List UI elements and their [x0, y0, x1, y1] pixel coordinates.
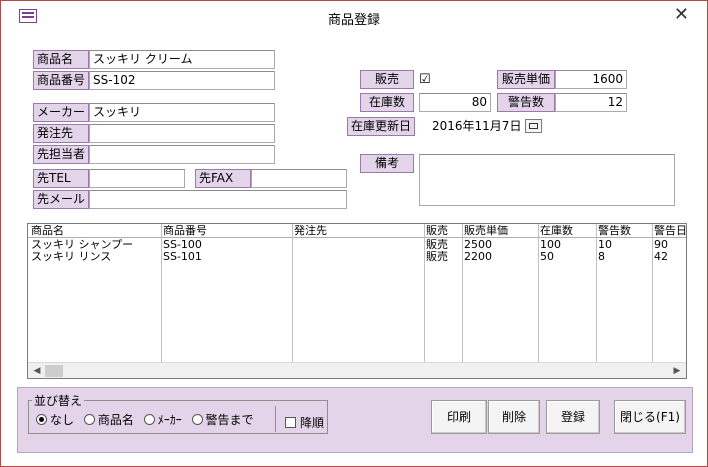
- radio-icon: [143, 414, 155, 425]
- close-button[interactable]: 閉じる(F1): [614, 400, 686, 434]
- header-supplier[interactable]: 発注先: [294, 225, 420, 237]
- app-window: 商品登録 ✕ 商品名 スッキリ クリーム 商品番号 SS-102 メーカー スッ…: [0, 0, 708, 467]
- sort-divider: [275, 406, 276, 432]
- window-title: 商品登録: [327, 13, 380, 28]
- title-bar: 商品登録 ✕: [1, 1, 707, 31]
- product-name-field[interactable]: スッキリ クリーム: [89, 50, 275, 69]
- header-stock[interactable]: 在庫数: [540, 225, 594, 237]
- warning-label: 警告数: [497, 93, 555, 112]
- print-button[interactable]: 印刷: [431, 400, 487, 434]
- memo-label: 備考: [360, 154, 414, 173]
- radio-icon: [83, 414, 95, 425]
- descending-checkbox[interactable]: 降順: [285, 414, 324, 431]
- unit-price-label: 販売単価: [497, 70, 555, 89]
- sort-option-none[interactable]: なし: [36, 411, 74, 428]
- sales-checkbox[interactable]: ☑: [419, 73, 432, 86]
- header-sales[interactable]: 販売: [426, 225, 460, 237]
- delete-button[interactable]: 削除: [488, 400, 540, 434]
- header-product-code[interactable]: 商品番号: [163, 225, 289, 237]
- product-code-field[interactable]: SS-102: [89, 71, 275, 90]
- supplier-contact-field[interactable]: [89, 145, 275, 164]
- supplier-field[interactable]: [89, 124, 275, 143]
- memo-field[interactable]: [419, 154, 675, 206]
- supplier-mail-label: 先メール: [33, 190, 89, 209]
- product-list[interactable]: 商品名 商品番号 発注先 販売 販売単価 在庫数 警告数 警告日 スッキリ シャ…: [27, 223, 687, 379]
- supplier-tel-label: 先TEL: [33, 169, 89, 188]
- sort-option-maker[interactable]: ﾒｰｶｰ: [143, 411, 182, 428]
- stock-updated-label: 在庫更新日: [347, 117, 415, 136]
- header-warning[interactable]: 警告数: [598, 225, 650, 237]
- supplier-mail-field[interactable]: [89, 190, 347, 209]
- sort-options: なし 商品名 ﾒｰｶｰ 警告まで: [36, 411, 260, 427]
- footer-panel: 並び替え なし 商品名 ﾒｰｶｰ 警告まで 降順 印刷 削除 登録 閉じる(F1…: [17, 387, 693, 453]
- horizontal-scrollbar[interactable]: ◀ ▶: [28, 362, 686, 378]
- close-icon[interactable]: ✕: [674, 5, 689, 25]
- calendar-icon[interactable]: [525, 119, 542, 133]
- scroll-right-icon[interactable]: ▶: [671, 365, 683, 377]
- supplier-label: 発注先: [33, 124, 89, 143]
- scroll-left-icon[interactable]: ◀: [31, 365, 43, 377]
- sales-label: 販売: [360, 70, 414, 89]
- stock-updated-field[interactable]: 2016年11月7日: [419, 117, 523, 136]
- supplier-fax-label: 先FAX: [195, 169, 251, 188]
- sort-option-warning[interactable]: 警告まで: [191, 411, 254, 428]
- header-product-name[interactable]: 商品名: [31, 225, 159, 237]
- warning-field[interactable]: 12: [555, 93, 627, 112]
- header-warning-date[interactable]: 警告日: [654, 225, 686, 237]
- radio-icon: [191, 414, 203, 425]
- product-name-label: 商品名: [33, 50, 89, 69]
- stock-field[interactable]: 80: [419, 93, 491, 112]
- maker-field[interactable]: スッキリ: [89, 103, 275, 122]
- stock-label: 在庫数: [360, 93, 414, 112]
- unit-price-field[interactable]: 1600: [555, 70, 627, 89]
- supplier-tel-field[interactable]: [89, 169, 185, 188]
- detail-panel: 商品名 スッキリ クリーム 商品番号 SS-102 メーカー スッキリ 発注先 …: [17, 37, 693, 220]
- header-unit-price[interactable]: 販売単価: [464, 225, 536, 237]
- checkbox-icon: [285, 417, 296, 428]
- sort-group-title: 並び替え: [32, 392, 85, 409]
- scroll-thumb[interactable]: [45, 365, 63, 377]
- register-button[interactable]: 登録: [546, 400, 600, 434]
- product-code-label: 商品番号: [33, 71, 89, 90]
- radio-selected-icon: [36, 414, 47, 425]
- sort-option-product-name[interactable]: 商品名: [83, 411, 134, 428]
- supplier-contact-label: 先担当者: [33, 145, 89, 164]
- supplier-fax-field[interactable]: [251, 169, 347, 188]
- maker-label: メーカー: [33, 103, 89, 122]
